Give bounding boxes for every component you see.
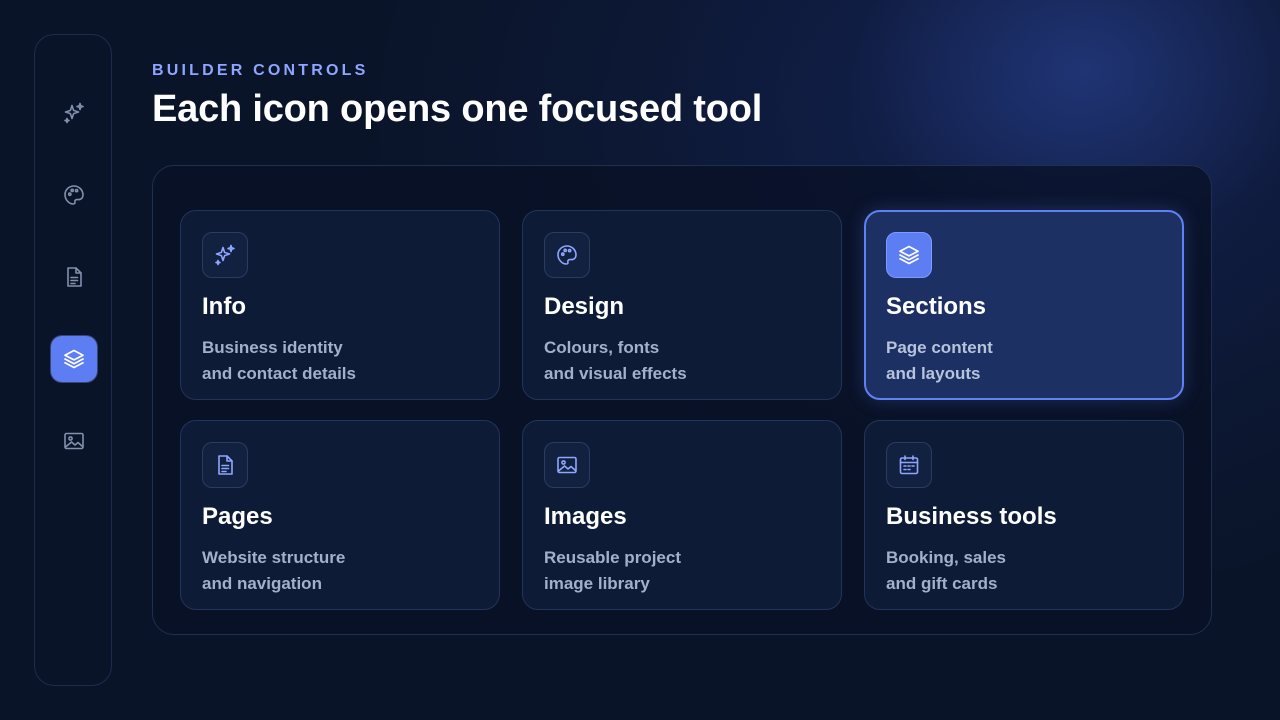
rail-button-images[interactable] [51, 418, 97, 464]
tool-card-title: Business tools [886, 503, 1057, 530]
sparkle-icon [215, 244, 235, 266]
rail-button-design[interactable] [51, 172, 97, 218]
page-title: Each icon opens one focused tool [152, 88, 763, 130]
tool-card-icon [202, 232, 248, 278]
tool-card-pages[interactable]: Pages Website structure and navigation [180, 420, 500, 610]
section-eyebrow: BUILDER CONTROLS [152, 62, 369, 79]
tool-card-icon [544, 232, 590, 278]
tool-card-icon [544, 442, 590, 488]
rail-button-sections[interactable] [51, 336, 97, 382]
tool-card-title: Design [544, 293, 625, 320]
tool-card-description: Colours, fonts and visual effects [544, 338, 687, 383]
calendar-icon [899, 455, 919, 475]
tool-card-description: Booking, sales and gift cards [886, 548, 1006, 593]
tool-card-title: Info [202, 293, 246, 320]
tool-card-title: Images [544, 503, 627, 530]
layers-icon [64, 349, 84, 369]
tool-card-description: Business identity and contact details [202, 338, 356, 383]
tool-card-design[interactable]: Design Colours, fonts and visual effects [522, 210, 842, 400]
rail-button-info[interactable] [51, 90, 97, 136]
tool-card-icon [886, 442, 932, 488]
palette-icon [557, 245, 577, 265]
image-icon [557, 456, 577, 474]
tool-card-images[interactable]: Images Reusable project image library [522, 420, 842, 610]
tool-card-info[interactable]: Info Business identity and contact detai… [180, 210, 500, 400]
document-icon [67, 267, 82, 287]
tool-card-title: Pages [202, 503, 273, 530]
tool-rail [34, 34, 112, 686]
palette-icon [64, 185, 84, 205]
tool-card-sections[interactable]: Sections Page content and layouts [864, 210, 1184, 400]
tool-card-business-tools[interactable]: Business tools Booking, sales and gift c… [864, 420, 1184, 610]
tools-panel: Info Business identity and contact detai… [152, 165, 1212, 635]
sparkle-icon [64, 102, 84, 124]
tool-card-description: Reusable project image library [544, 548, 681, 593]
tool-card-icon [886, 232, 932, 278]
tool-card-icon [202, 442, 248, 488]
tool-card-description: Page content and layouts [886, 338, 993, 383]
document-icon [218, 455, 233, 475]
tool-card-title: Sections [886, 293, 987, 320]
layers-icon [899, 245, 919, 265]
rail-button-pages[interactable] [51, 254, 97, 300]
tool-card-description: Website structure and navigation [202, 548, 346, 593]
image-icon [64, 432, 84, 450]
